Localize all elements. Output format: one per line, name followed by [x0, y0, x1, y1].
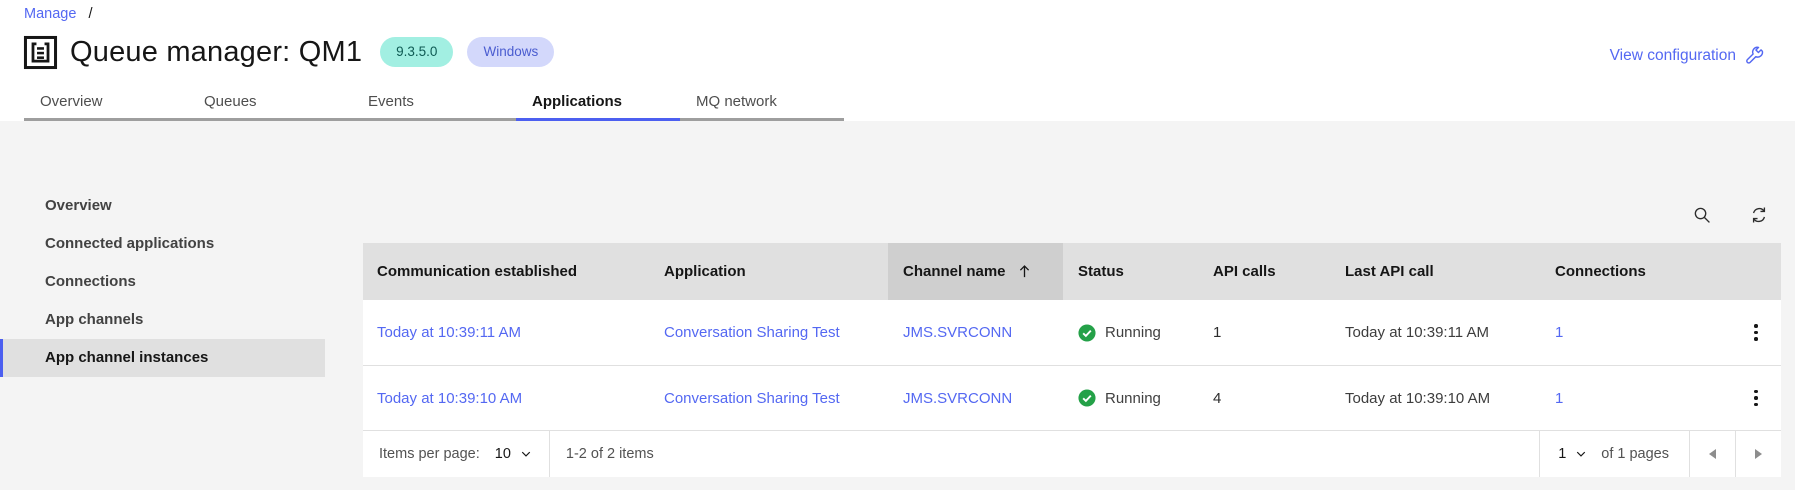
- wrench-icon: [1745, 46, 1764, 65]
- application-link[interactable]: Conversation Sharing Test: [664, 390, 840, 407]
- communication-established-link[interactable]: Today at 10:39:10 AM: [377, 390, 522, 407]
- api-calls-value: 1: [1213, 324, 1222, 341]
- column-header-application[interactable]: Application: [649, 263, 888, 280]
- tab-applications[interactable]: Applications: [516, 86, 680, 121]
- caret-right-icon: [1755, 449, 1762, 459]
- pagination-range-text: 1-2 of 2 items: [565, 446, 654, 462]
- status-cell: Running: [1078, 323, 1198, 342]
- status-running-icon: [1078, 389, 1096, 407]
- column-header-last-api-call[interactable]: Last API call: [1330, 263, 1540, 280]
- divider: [548, 431, 550, 477]
- version-badge: 9.3.5.0: [380, 37, 454, 67]
- items-per-page-select[interactable]: 10: [495, 431, 532, 477]
- search-button[interactable]: [1693, 206, 1711, 224]
- row-overflow-menu-button[interactable]: [1748, 384, 1764, 413]
- previous-page-button[interactable]: [1689, 431, 1735, 477]
- page-number-value: 1: [1558, 446, 1567, 462]
- column-header-connections[interactable]: Connections: [1540, 263, 1731, 280]
- queue-manager-icon: [22, 34, 59, 71]
- last-api-call-value: Today at 10:39:11 AM: [1345, 324, 1489, 341]
- sort-ascending-icon: [1017, 264, 1032, 279]
- tab-bar: Overview Queues Events Applications MQ n…: [24, 86, 1795, 121]
- items-per-page-label: Items per page:: [379, 446, 480, 462]
- column-header-channel-name[interactable]: Channel name: [888, 243, 1063, 300]
- table-row: Today at 10:39:11 AM Conversation Sharin…: [363, 300, 1781, 365]
- column-header-communication-established[interactable]: Communication established: [363, 263, 649, 280]
- app-channel-instances-table: Communication established Application Ch…: [363, 243, 1781, 477]
- next-page-button[interactable]: [1735, 431, 1781, 477]
- sidebar-item-app-channel-instances[interactable]: App channel instances: [0, 339, 325, 377]
- communication-established-link[interactable]: Today at 10:39:11 AM: [377, 324, 521, 341]
- status-label: Running: [1105, 389, 1161, 407]
- column-header-api-calls[interactable]: API calls: [1198, 263, 1330, 280]
- table-header-row: Communication established Application Ch…: [363, 243, 1781, 300]
- channel-name-link[interactable]: JMS.SVRCONN: [903, 324, 1012, 341]
- table-row: Today at 10:39:10 AM Conversation Sharin…: [363, 365, 1781, 430]
- api-calls-value: 4: [1213, 389, 1222, 407]
- sidebar-item-overview[interactable]: Overview: [0, 187, 325, 225]
- search-icon: [1693, 206, 1711, 224]
- breadcrumb-separator: /: [88, 6, 93, 22]
- row-overflow-menu-button[interactable]: [1748, 318, 1764, 347]
- channel-name-link[interactable]: JMS.SVRCONN: [903, 390, 1012, 407]
- chevron-down-icon: [520, 448, 532, 460]
- status-cell: Running: [1078, 389, 1198, 407]
- items-per-page-value: 10: [494, 446, 511, 462]
- chevron-down-icon: [1575, 448, 1587, 460]
- breadcrumb-link-manage[interactable]: Manage: [24, 6, 76, 22]
- tab-mq-network[interactable]: MQ network: [680, 86, 844, 121]
- title-row: Queue manager: QM1 9.3.5.0 Windows: [22, 29, 1795, 75]
- sidebar-item-connected-applications[interactable]: Connected applications: [0, 225, 325, 263]
- platform-badge: Windows: [467, 37, 555, 67]
- view-configuration-link[interactable]: View configuration: [1610, 46, 1764, 65]
- sidebar-item-app-channels[interactable]: App channels: [0, 301, 325, 339]
- tab-events[interactable]: Events: [352, 86, 516, 121]
- refresh-icon: [1750, 206, 1768, 224]
- column-header-channel-name-label: Channel name: [903, 263, 1006, 280]
- main-panel: Communication established Application Ch…: [363, 121, 1781, 490]
- status-running-icon: [1078, 323, 1096, 342]
- page-number-select[interactable]: 1: [1539, 431, 1601, 477]
- view-configuration-label: View configuration: [1609, 46, 1736, 64]
- breadcrumb: Manage /: [24, 6, 1795, 24]
- sidebar-item-connections[interactable]: Connections: [0, 263, 325, 301]
- status-label: Running: [1105, 324, 1161, 341]
- connections-link[interactable]: 1: [1555, 324, 1563, 341]
- column-header-status[interactable]: Status: [1063, 263, 1198, 280]
- sidebar: Overview Connected applications Connecti…: [0, 121, 363, 490]
- connections-link[interactable]: 1: [1555, 390, 1563, 407]
- tab-queues[interactable]: Queues: [188, 86, 352, 121]
- last-api-call-value: Today at 10:39:10 AM: [1345, 389, 1491, 407]
- pagination-bar: Items per page: 10 1-2 of 2 items 1 of 1: [363, 430, 1781, 477]
- page-header: Manage / Queue manager: QM1 9.3.5.0 Wind…: [0, 0, 1795, 121]
- application-link[interactable]: Conversation Sharing Test: [664, 324, 840, 341]
- total-pages-text: of 1 pages: [1601, 446, 1669, 462]
- page-title: Queue manager: QM1: [70, 35, 363, 68]
- tab-overview[interactable]: Overview: [24, 86, 188, 121]
- caret-left-icon: [1709, 449, 1716, 459]
- table-toolbar: [363, 121, 1781, 243]
- content-area: Overview Connected applications Connecti…: [0, 121, 1795, 490]
- refresh-button[interactable]: [1750, 206, 1768, 224]
